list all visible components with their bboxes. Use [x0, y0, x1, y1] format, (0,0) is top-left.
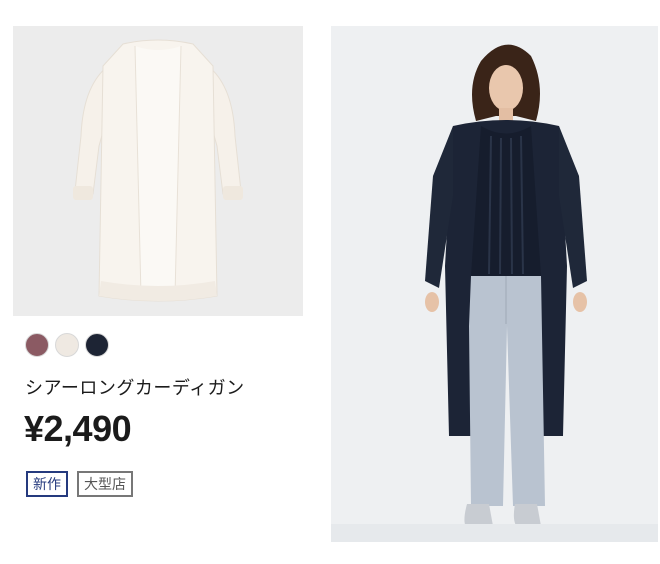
model-photo[interactable] — [331, 26, 658, 542]
swatch-off-white[interactable] — [55, 333, 79, 357]
cardigan-illustration — [13, 26, 303, 316]
model-illustration — [331, 26, 658, 542]
new-badge: 新作 — [26, 471, 68, 497]
swatch-navy[interactable] — [85, 333, 109, 357]
color-swatches — [25, 333, 109, 357]
product-image[interactable] — [13, 26, 303, 316]
product-name[interactable]: シアーロングカーディガン — [25, 374, 245, 400]
product-price: ¥2,490 — [24, 408, 132, 449]
swatch-pink[interactable] — [25, 333, 49, 357]
product-badges: 新作 大型店 — [26, 471, 133, 497]
large-store-badge: 大型店 — [77, 471, 133, 497]
